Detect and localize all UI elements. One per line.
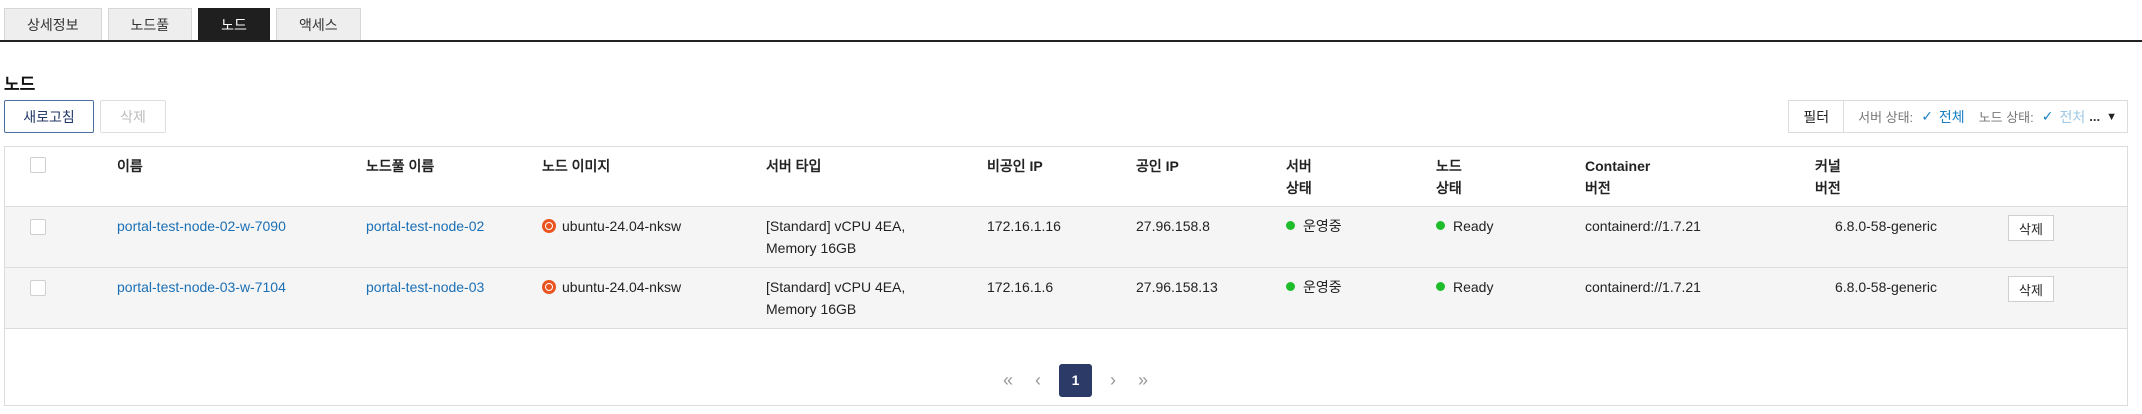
node-image-text: ubuntu-24.04-nksw (562, 218, 682, 234)
nodes-table: 이름 노드풀 이름 노드 이미지 서버 타입 비공인 IP 공인 IP 서버 상… (4, 146, 2128, 406)
nodepool-link[interactable]: portal-test-node-03 (366, 276, 484, 298)
ubuntu-icon (542, 280, 556, 294)
section-title: 노드 (4, 75, 36, 94)
container-version: containerd://1.7.21 (1585, 218, 1701, 234)
filter-bar: 필터 서버 상태: ✓ 전체 노드 상태: ✓ 전처 ... ▼ (1788, 100, 2128, 133)
header-image[interactable]: 노드 이미지 (542, 155, 610, 177)
server-type-line2: Memory 16GB (766, 240, 857, 256)
kernel-version: 6.8.0-58-generic (1835, 279, 1937, 295)
server-type: [Standard] vCPU 4EA, Memory 16GB (766, 215, 905, 259)
check-icon: ✓ (1921, 108, 1933, 124)
page-button-current[interactable]: 1 (1059, 363, 1092, 397)
node-name-link[interactable]: portal-test-node-02-w-7090 (117, 215, 286, 237)
node-status: Ready (1436, 215, 1493, 237)
server-type-line1: [Standard] vCPU 4EA, (766, 279, 906, 295)
tab-access[interactable]: 액세스 (275, 8, 361, 40)
header-kernel-line1: 커널 (1815, 158, 1841, 174)
first-page-icon[interactable]: « (993, 365, 1023, 395)
refresh-button[interactable]: 새로고침 (4, 100, 94, 133)
header-private-ip[interactable]: 비공인 IP (987, 155, 1043, 177)
server-type-line2: Memory 16GB (766, 301, 857, 317)
node-status-filter-label: 노드 상태: (1978, 110, 2034, 125)
table-row[interactable]: portal-test-node-02-w-7090 portal-test-n… (5, 207, 2127, 268)
tab-nodes[interactable]: 노드 (198, 8, 270, 40)
tab-bar: 상세정보 노드풀 노드 액세스 (0, 8, 2142, 42)
private-ip: 172.16.1.6 (987, 279, 1054, 295)
server-status-filter-value: 전체 (1938, 108, 1965, 125)
header-name[interactable]: 이름 (117, 155, 143, 177)
tab-details[interactable]: 상세정보 (4, 8, 102, 40)
status-dot-icon (1436, 221, 1445, 230)
status-dot-icon (1436, 282, 1445, 291)
nodepool-link[interactable]: portal-test-node-02 (366, 215, 484, 237)
node-status-filter-more: ... (2089, 109, 2101, 124)
header-container-version[interactable]: Container 버전 (1585, 155, 1650, 199)
caret-down-icon: ▼ (2106, 110, 2117, 123)
prev-page-icon[interactable]: ‹ (1023, 365, 1053, 395)
server-status-filter[interactable]: 서버 상태: ✓ 전체 (1844, 107, 1965, 127)
header-node-status-line1: 노드 (1436, 158, 1462, 174)
node-status-text: Ready (1453, 218, 1494, 234)
server-status: 운영중 (1286, 215, 1342, 237)
last-page-icon[interactable]: » (1128, 365, 1158, 395)
node-status-text: Ready (1453, 279, 1494, 295)
select-all-checkbox[interactable] (30, 157, 46, 173)
node-image: ubuntu-24.04-nksw (542, 276, 681, 298)
server-status: 운영중 (1286, 276, 1342, 298)
server-status-text: 운영중 (1303, 279, 1342, 295)
server-type: [Standard] vCPU 4EA, Memory 16GB (766, 276, 905, 320)
ubuntu-icon (542, 219, 556, 233)
header-kernel-line2: 버전 (1815, 180, 1841, 196)
status-dot-icon (1286, 282, 1295, 291)
next-page-icon[interactable]: › (1098, 365, 1128, 395)
check-icon: ✓ (2041, 108, 2054, 124)
header-server-status-line2: 상태 (1286, 180, 1312, 196)
node-name-link[interactable]: portal-test-node-03-w-7104 (117, 276, 286, 298)
row-delete-button[interactable]: 삭제 (2008, 276, 2054, 302)
header-container-line1: Container (1585, 158, 1651, 174)
row-checkbox[interactable] (30, 219, 46, 235)
header-nodepool[interactable]: 노드풀 이름 (366, 155, 434, 177)
server-type-line1: [Standard] vCPU 4EA, (766, 218, 906, 234)
header-node-status-line2: 상태 (1436, 180, 1462, 196)
table-header: 이름 노드풀 이름 노드 이미지 서버 타입 비공인 IP 공인 IP 서버 상… (5, 147, 2127, 207)
header-public-ip[interactable]: 공인 IP (1136, 155, 1179, 177)
filter-button[interactable]: 필터 (1789, 101, 1845, 132)
container-version: containerd://1.7.21 (1585, 279, 1701, 295)
header-server-status-line1: 서버 (1286, 158, 1312, 174)
server-status-filter-label: 서버 상태: (1858, 110, 1914, 125)
tab-nodepool[interactable]: 노드풀 (107, 8, 193, 40)
header-server-type[interactable]: 서버 타입 (766, 155, 821, 177)
public-ip: 27.96.158.13 (1136, 279, 1218, 295)
node-status-filter[interactable]: 노드 상태: ✓ 전처 ... ▼ (1965, 107, 2127, 127)
private-ip: 172.16.1.16 (987, 218, 1061, 234)
header-node-status[interactable]: 노드 상태 (1436, 155, 1462, 199)
node-image: ubuntu-24.04-nksw (542, 215, 681, 237)
header-kernel-version[interactable]: 커널 버전 (1815, 155, 1841, 199)
header-server-status[interactable]: 서버 상태 (1286, 155, 1312, 199)
public-ip: 27.96.158.8 (1136, 218, 1210, 234)
node-status: Ready (1436, 276, 1493, 298)
pagination: « ‹ 1 › » (993, 363, 1158, 397)
server-status-text: 운영중 (1303, 218, 1342, 234)
row-delete-button[interactable]: 삭제 (2008, 215, 2054, 241)
table-row[interactable]: portal-test-node-03-w-7104 portal-test-n… (5, 268, 2127, 329)
header-container-line2: 버전 (1585, 180, 1611, 196)
node-status-filter-value: 전처 (2059, 108, 2086, 125)
row-checkbox[interactable] (30, 280, 46, 296)
delete-button[interactable]: 삭제 (100, 100, 166, 133)
node-image-text: ubuntu-24.04-nksw (562, 279, 682, 295)
kernel-version: 6.8.0-58-generic (1835, 218, 1937, 234)
status-dot-icon (1286, 221, 1295, 230)
